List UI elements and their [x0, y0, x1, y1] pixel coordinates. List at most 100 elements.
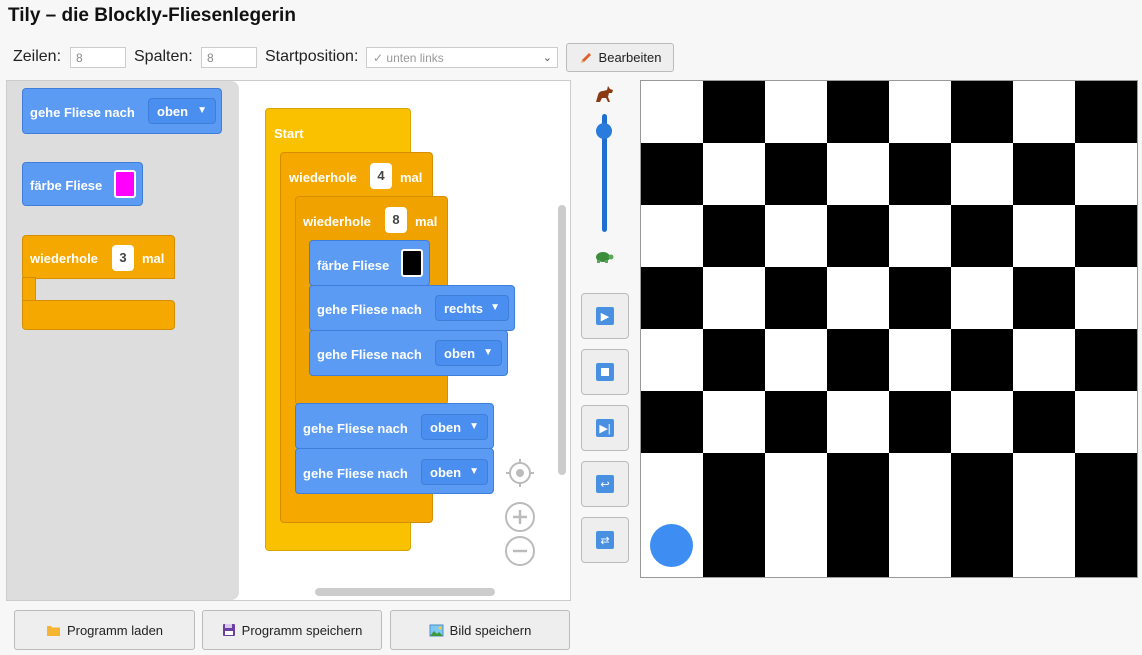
tile-cell: [1013, 143, 1075, 205]
tile-cell: [765, 81, 827, 143]
load-program-button[interactable]: Programm laden: [14, 610, 195, 650]
start-position-select[interactable]: ✓ unten links ⌄: [366, 47, 558, 68]
tile-cell: [765, 205, 827, 267]
undo-button[interactable]: ↩: [581, 461, 629, 507]
outer-repeat-count[interactable]: 4: [370, 163, 392, 189]
tile-cell: [1075, 267, 1137, 329]
tile-cell: [765, 515, 827, 577]
toolbox-move-block[interactable]: gehe Fliese nach oben ▼: [22, 88, 222, 134]
tile-cell: [889, 143, 951, 205]
tile-cell: [641, 391, 703, 453]
workspace-horizontal-scrollbar[interactable]: [315, 588, 495, 596]
tile-cell: [1075, 143, 1137, 205]
tile-cell: [765, 453, 827, 515]
toolbox-paint-block[interactable]: färbe Fliese: [22, 162, 143, 206]
tile-cell: [703, 515, 765, 577]
cols-label: Spalten:: [134, 48, 193, 65]
tile-cell: [1075, 205, 1137, 267]
tile-cell: [703, 391, 765, 453]
toolbox-paint-label: färbe Fliese: [30, 178, 103, 193]
paint-color-swatch[interactable]: [401, 249, 423, 277]
folder-icon: [46, 625, 60, 636]
tile-cell: [951, 453, 1013, 515]
blockly-workspace[interactable]: gehe Fliese nach oben ▼ färbe Fliese wie…: [6, 80, 571, 601]
tile-cell: [1013, 515, 1075, 577]
tile-cell: [641, 205, 703, 267]
edit-button[interactable]: Bearbeiten: [566, 43, 674, 72]
tile-cell: [641, 267, 703, 329]
tile-cell: [889, 81, 951, 143]
zoom-out-icon[interactable]: [504, 535, 536, 567]
zoom-in-icon[interactable]: [504, 501, 536, 533]
tile-cell: [703, 267, 765, 329]
move-up-block-2[interactable]: gehe Fliese nach oben ▼: [295, 403, 494, 449]
recenter-icon[interactable]: [504, 457, 536, 489]
tile-cell: [827, 267, 889, 329]
tile-cell: [827, 515, 889, 577]
rows-input[interactable]: [70, 47, 126, 68]
move-up-value-3: oben: [430, 465, 462, 480]
tile-cell: [889, 329, 951, 391]
step-button[interactable]: ▶|: [581, 405, 629, 451]
start-position-value: ✓ unten links: [373, 51, 444, 65]
rows-label: Zeilen:: [13, 48, 62, 65]
move-up-label-2: gehe Fliese nach: [303, 421, 408, 436]
stop-button[interactable]: [581, 349, 629, 395]
tile-cell: [1013, 205, 1075, 267]
tile-cell: [1075, 391, 1137, 453]
workspace-vertical-scrollbar[interactable]: [558, 205, 566, 475]
move-up-dropdown-2[interactable]: oben ▼: [421, 414, 488, 440]
reset-button[interactable]: ⇄: [581, 517, 629, 563]
dropdown-triangle-icon: ▼: [483, 347, 493, 358]
reset-icon: ⇄: [596, 531, 614, 549]
tile-cell: [703, 453, 765, 515]
dropdown-triangle-icon: ▼: [469, 421, 479, 432]
move-up-label: gehe Fliese nach: [317, 347, 422, 362]
save-image-label: Bild speichern: [449, 622, 532, 638]
toolbox-direction-value: oben: [157, 104, 189, 119]
toolbox-move-label: gehe Fliese nach: [30, 105, 135, 120]
toolbox-repeat-suffix: mal: [142, 251, 165, 266]
floppy-disk-icon: [222, 624, 235, 636]
move-up-block[interactable]: gehe Fliese nach oben ▼: [309, 330, 508, 376]
tile-cell: [641, 143, 703, 205]
tile-cell: [703, 329, 765, 391]
tile-cell: [951, 143, 1013, 205]
toolbox-repeat-block[interactable]: wiederhole 3 mal: [22, 235, 175, 279]
tile-cell: [1075, 81, 1137, 143]
move-right-block[interactable]: gehe Fliese nach rechts ▼: [309, 285, 515, 331]
tile-cell: [765, 143, 827, 205]
move-up-dropdown[interactable]: oben ▼: [435, 340, 502, 366]
pencil-icon: [580, 52, 591, 63]
tile-cell: [827, 81, 889, 143]
toolbox-repeat-count[interactable]: 3: [112, 245, 134, 271]
cols-input[interactable]: [201, 47, 257, 68]
run-button[interactable]: ▶: [581, 293, 629, 339]
tile-cell: [951, 81, 1013, 143]
tile-cell: [1013, 267, 1075, 329]
move-up-dropdown-3[interactable]: oben ▼: [421, 459, 488, 485]
tile-grid: [640, 80, 1138, 578]
save-image-button[interactable]: Bild speichern: [390, 610, 570, 650]
tile-cell: [765, 391, 827, 453]
move-right-dropdown[interactable]: rechts ▼: [435, 295, 509, 321]
speed-slider-knob[interactable]: [596, 123, 612, 139]
tile-cell: [951, 391, 1013, 453]
save-program-label: Programm speichern: [241, 622, 363, 638]
toolbox-color-swatch[interactable]: [114, 170, 136, 198]
tile-cell: [827, 143, 889, 205]
toolbox-direction-dropdown[interactable]: oben ▼: [148, 98, 216, 124]
move-right-value: rechts: [444, 301, 484, 316]
inner-repeat-suffix: mal: [415, 214, 438, 229]
inner-repeat-count[interactable]: 8: [385, 207, 407, 233]
tile-cell: [1075, 453, 1137, 515]
save-program-button[interactable]: Programm speichern: [202, 610, 382, 650]
tile-cell: [1013, 329, 1075, 391]
tile-cell: [703, 81, 765, 143]
app-title: Tily – die Blockly-Fliesenlegerin: [8, 5, 296, 26]
tile-cell: [641, 329, 703, 391]
paint-tile-block[interactable]: färbe Fliese: [309, 240, 430, 286]
tile-cell: [889, 267, 951, 329]
tile-cell: [1075, 329, 1137, 391]
move-up-block-3[interactable]: gehe Fliese nach oben ▼: [295, 448, 494, 494]
